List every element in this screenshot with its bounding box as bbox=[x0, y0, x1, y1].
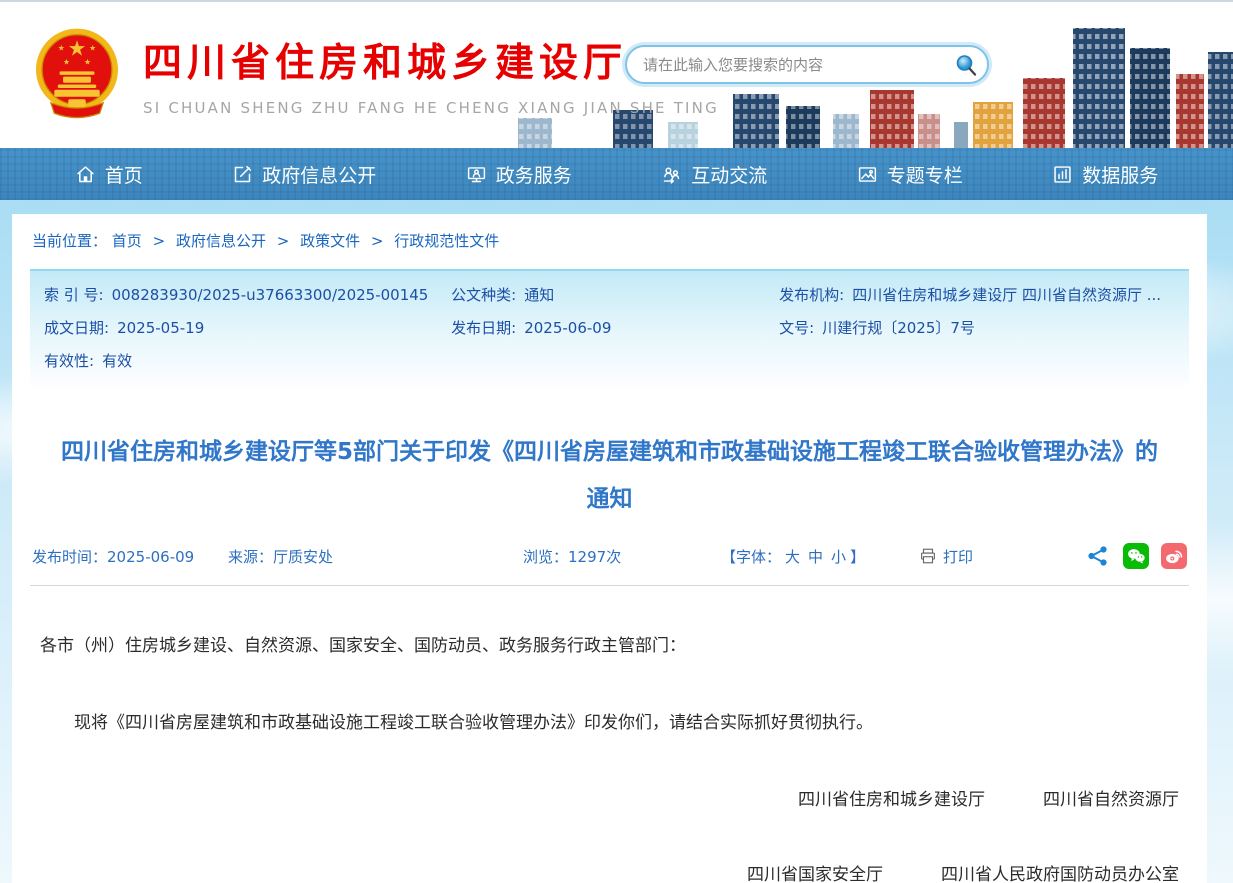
nav-item-home[interactable]: 首页 bbox=[75, 161, 143, 188]
search-icon bbox=[954, 53, 978, 77]
meta-validity: 有效性:有效 bbox=[44, 349, 451, 373]
font-size-medium[interactable]: 中 bbox=[808, 548, 823, 566]
site-brand[interactable]: ★ ★ ★ ★ ★ 四川省住房和城乡建设厅 SI CHUAN SHENG ZHU… bbox=[33, 26, 719, 122]
print-button[interactable]: 打印 bbox=[919, 546, 973, 567]
share-icon bbox=[1086, 544, 1110, 568]
info-disclosure-icon bbox=[232, 164, 253, 185]
breadcrumb-item-normative-files[interactable]: 行政规范性文件 bbox=[394, 232, 499, 250]
breadcrumb-label: 当前位置： bbox=[32, 232, 107, 250]
interaction-icon bbox=[661, 164, 682, 185]
site-header: ★ ★ ★ ★ ★ 四川省住房和城乡建设厅 SI CHUAN SHENG ZHU… bbox=[0, 2, 1233, 148]
article-source: 来源：厅质安处 bbox=[228, 546, 523, 567]
nav-item-label: 首页 bbox=[105, 161, 143, 188]
publish-info-bar: 发布时间：2025-06-09 来源：厅质安处 浏览：1297次 【字体：大中小… bbox=[30, 537, 1189, 586]
svg-text:★: ★ bbox=[58, 43, 65, 52]
meta-doc-number: 文号:川建行规〔2025〕7号 bbox=[779, 316, 1175, 340]
special-topics-icon bbox=[857, 164, 878, 185]
view-count: 浏览：1297次 bbox=[523, 546, 721, 567]
meta-written-date: 成文日期:2025-05-19 bbox=[44, 316, 451, 340]
svg-text:★: ★ bbox=[63, 57, 70, 66]
national-emblem-logo: ★ ★ ★ ★ ★ bbox=[33, 26, 121, 122]
font-size-control: 【字体：大中小】 bbox=[721, 546, 919, 567]
search-button[interactable] bbox=[949, 48, 983, 82]
main-nav: 首页 政府信息公开 政务服务 互动交流 专题专栏 数据服务 bbox=[0, 148, 1233, 200]
share-button[interactable] bbox=[1085, 543, 1111, 569]
font-size-large[interactable]: 大 bbox=[785, 548, 800, 566]
body-paragraph: 现将《四川省房屋建筑和市政基础设施工程竣工联合验收管理办法》印发你们，请结合实际… bbox=[40, 709, 1179, 738]
nav-item-special-topics[interactable]: 专题专栏 bbox=[857, 161, 963, 188]
signature-line-1: 四川省住房和城乡建设厅四川省自然资源厅 bbox=[40, 786, 1179, 815]
breadcrumb: 当前位置： 首页 > 政府信息公开 > 政策文件 > 行政规范性文件 bbox=[30, 214, 1189, 265]
share-buttons bbox=[1085, 543, 1187, 569]
nav-item-label: 政府信息公开 bbox=[262, 161, 376, 188]
publish-time: 发布时间：2025-06-09 bbox=[32, 546, 228, 567]
search-bar bbox=[625, 45, 989, 84]
breadcrumb-item-info-disclosure[interactable]: 政府信息公开 bbox=[176, 232, 266, 250]
meta-publish-date: 发布日期:2025-06-09 bbox=[451, 316, 779, 340]
home-icon bbox=[75, 164, 96, 185]
meta-issuing-agency: 发布机构:四川省住房和城乡建设厅 四川省自然资源厅 ... bbox=[779, 283, 1175, 307]
gov-service-icon bbox=[466, 164, 487, 185]
data-service-icon bbox=[1052, 164, 1073, 185]
meta-index-number: 索 引 号:008283930/2025-u37663300/2025-0014… bbox=[44, 283, 451, 307]
wechat-share-button[interactable] bbox=[1123, 543, 1149, 569]
printer-icon bbox=[919, 547, 937, 565]
nav-item-info-disclosure[interactable]: 政府信息公开 bbox=[232, 161, 376, 188]
weibo-share-button[interactable] bbox=[1161, 543, 1187, 569]
nav-item-label: 政务服务 bbox=[496, 161, 572, 188]
breadcrumb-item-home[interactable]: 首页 bbox=[112, 232, 142, 250]
page-title: 四川省住房和城乡建设厅等5部门关于印发《四川省房屋建筑和市政基础设施工程竣工联合… bbox=[60, 429, 1159, 523]
content-panel: 当前位置： 首页 > 政府信息公开 > 政策文件 > 行政规范性文件 索 引 号… bbox=[12, 214, 1207, 883]
nav-item-label: 专题专栏 bbox=[887, 161, 963, 188]
signature-line-2: 四川省国家安全厅四川省人民政府国防动员办公室 bbox=[40, 861, 1179, 883]
nav-item-label: 互动交流 bbox=[691, 161, 767, 188]
wechat-icon bbox=[1126, 546, 1146, 566]
salutation-paragraph: 各市（州）住房城乡建设、自然资源、国家安全、国防动员、政务服务行政主管部门： bbox=[40, 632, 1179, 661]
svg-text:★: ★ bbox=[84, 57, 91, 66]
weibo-icon bbox=[1164, 546, 1184, 566]
meta-doc-type: 公文种类:通知 bbox=[451, 283, 779, 307]
article-body: 各市（州）住房城乡建设、自然资源、国家安全、国防动员、政务服务行政主管部门： 现… bbox=[30, 632, 1189, 883]
breadcrumb-item-policy-files[interactable]: 政策文件 bbox=[300, 232, 360, 250]
document-meta-table: 索 引 号:008283930/2025-u37663300/2025-0014… bbox=[30, 269, 1189, 389]
nav-item-gov-service[interactable]: 政务服务 bbox=[466, 161, 572, 188]
nav-item-data-service[interactable]: 数据服务 bbox=[1052, 161, 1158, 188]
nav-item-interaction[interactable]: 互动交流 bbox=[661, 161, 767, 188]
svg-text:★: ★ bbox=[89, 43, 96, 52]
nav-item-label: 数据服务 bbox=[1082, 161, 1158, 188]
search-input[interactable] bbox=[627, 56, 949, 74]
font-size-small[interactable]: 小 bbox=[831, 548, 846, 566]
site-title-pinyin: SI CHUAN SHENG ZHU FANG HE CHENG XIANG J… bbox=[143, 99, 719, 117]
